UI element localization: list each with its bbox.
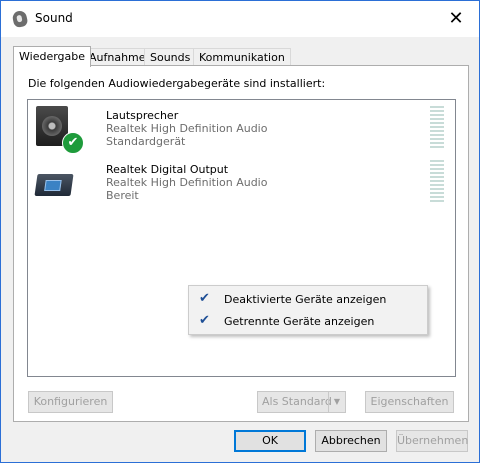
sound-app-icon (11, 9, 29, 29)
menu-item-label: Deaktivierte Geräte anzeigen (224, 293, 387, 306)
menu-item-show-disabled[interactable]: ✔ Deaktivierte Geräte anzeigen (191, 288, 425, 310)
default-device-check-icon: ✔ (62, 132, 84, 154)
level-meter (430, 160, 444, 204)
tab-kommunikation[interactable]: Kommunikation (193, 48, 291, 66)
digital-output-icon (34, 174, 74, 196)
configure-button[interactable]: Konfigurieren (28, 391, 113, 413)
level-meter (430, 106, 444, 150)
device-driver: Realtek High Definition Audio (106, 122, 268, 135)
apply-button[interactable]: Übernehmen (396, 430, 468, 452)
set-default-label: Als Standard (262, 395, 332, 408)
device-status: Bereit (106, 189, 139, 202)
tab-wiedergabe[interactable]: Wiedergabe (13, 46, 92, 67)
chevron-down-icon[interactable]: ▼ (328, 392, 345, 412)
properties-button[interactable]: Eigenschaften (365, 391, 454, 413)
window-title: Sound (35, 11, 73, 25)
title-bar[interactable]: Sound ✕ (1, 1, 479, 37)
device-name: Lautsprecher (106, 109, 179, 122)
tab-aufnahme[interactable]: Aufnahme (83, 48, 152, 66)
intro-text: Die folgenden Audiowiedergabegeräte sind… (28, 77, 326, 90)
checkmark-icon: ✔ (199, 291, 210, 306)
menu-item-label: Getrennte Geräte anzeigen (224, 315, 375, 328)
playback-panel: Die folgenden Audiowiedergabegeräte sind… (13, 65, 469, 422)
device-name: Realtek Digital Output (106, 163, 229, 176)
cancel-button[interactable]: Abbrechen (315, 430, 387, 452)
context-menu: ✔ Deaktivierte Geräte anzeigen ✔ Getrenn… (188, 285, 428, 335)
ok-button[interactable]: OK (234, 430, 306, 452)
device-status: Standardgerät (106, 135, 186, 148)
sound-dialog: Sound ✕ Wiedergabe Aufnahme Sounds Kommu… (0, 0, 480, 463)
checkmark-icon: ✔ (199, 313, 210, 328)
device-list[interactable]: ✔ Lautsprecher Realtek High Definition A… (27, 99, 456, 377)
set-default-button[interactable]: Als Standard ▼ (257, 391, 346, 413)
menu-item-show-disconnected[interactable]: ✔ Getrennte Geräte anzeigen (191, 310, 425, 332)
tab-sounds[interactable]: Sounds (144, 48, 197, 66)
close-button[interactable]: ✕ (433, 1, 479, 37)
device-driver: Realtek High Definition Audio (106, 176, 268, 189)
